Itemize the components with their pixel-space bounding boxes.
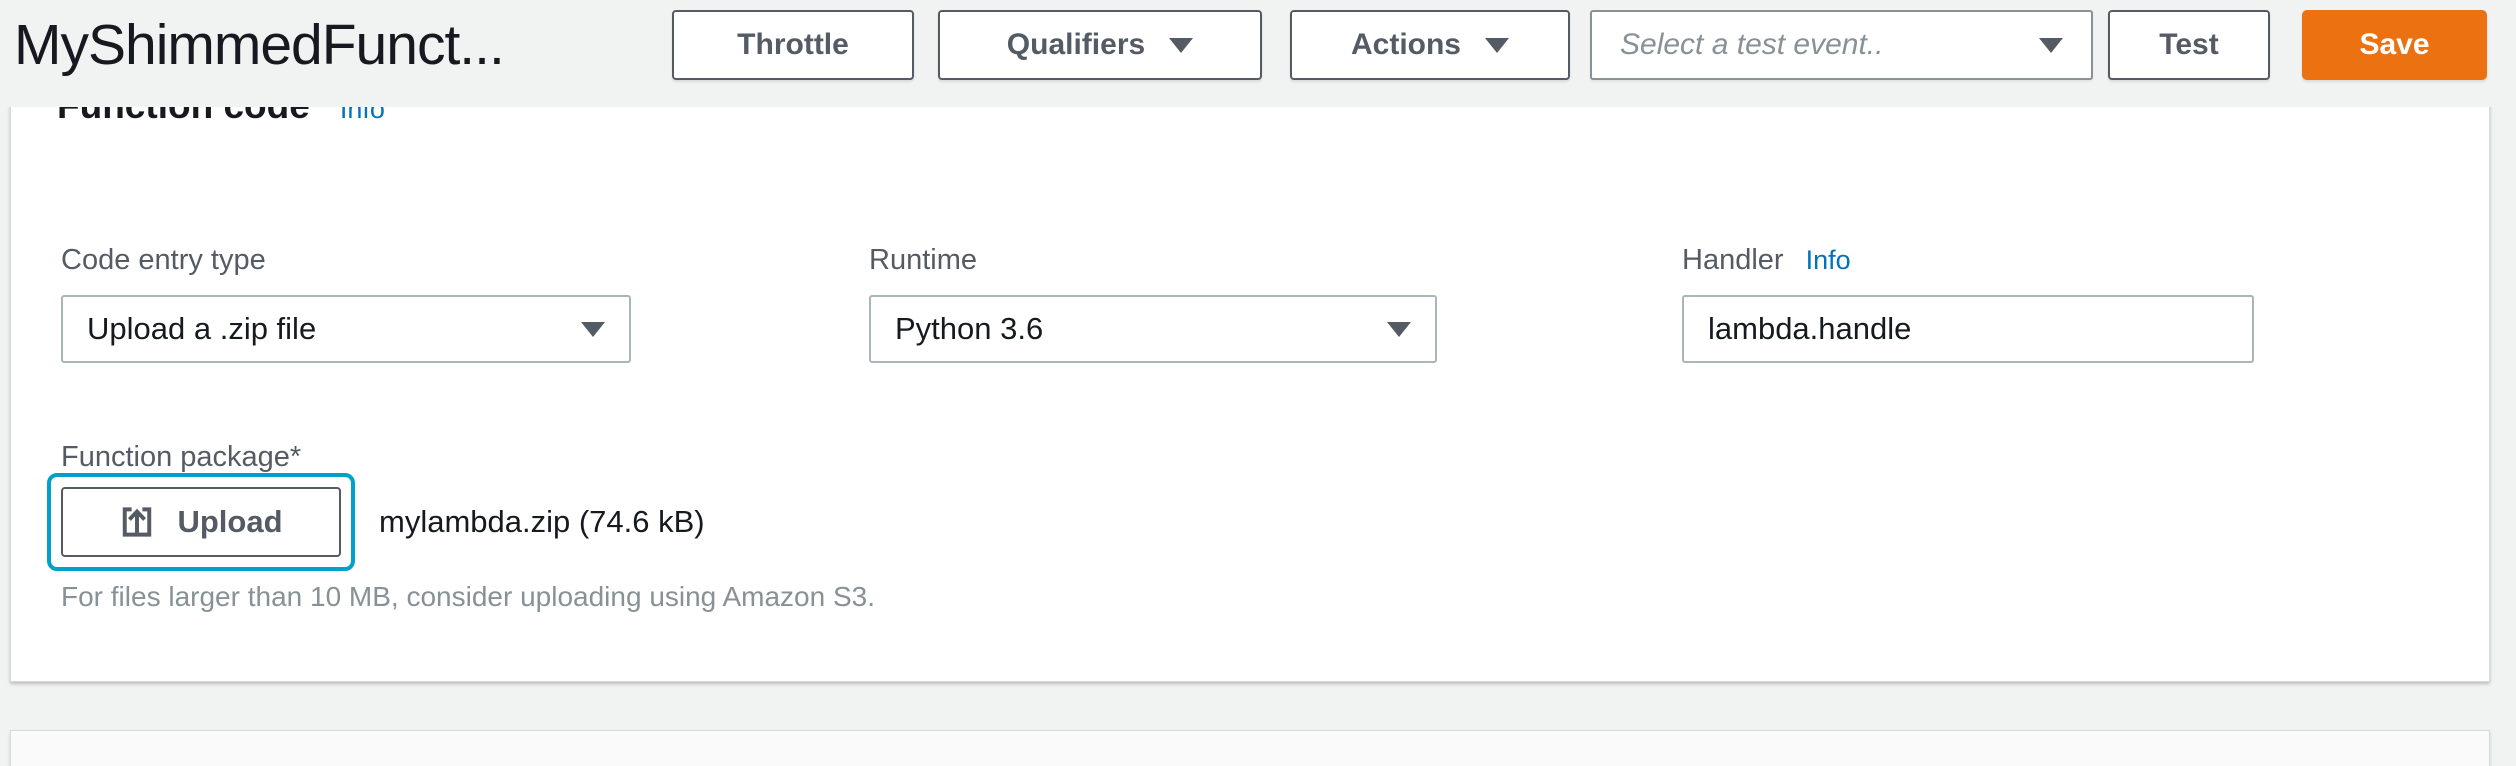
actions-dropdown-button[interactable]: Actions bbox=[1290, 10, 1570, 80]
upload-button-focus-ring: Upload bbox=[47, 473, 355, 571]
upload-helper-text: For files larger than 10 MB, consider up… bbox=[61, 581, 875, 613]
save-button[interactable]: Save bbox=[2302, 10, 2487, 80]
throttle-button[interactable]: Throttle bbox=[672, 10, 914, 80]
test-button[interactable]: Test bbox=[2108, 10, 2270, 80]
qualifiers-button-label: Qualifiers bbox=[1007, 28, 1145, 62]
next-section-panel bbox=[10, 730, 2490, 766]
handler-label-text: Handler bbox=[1682, 244, 1784, 277]
qualifiers-dropdown-button[interactable]: Qualifiers bbox=[938, 10, 1262, 80]
code-entry-type-label: Code entry type bbox=[61, 244, 266, 277]
code-entry-type-label-text: Code entry type bbox=[61, 244, 266, 277]
code-entry-type-select[interactable]: Upload a .zip file bbox=[61, 295, 631, 363]
function-name-title: MyShimmedFunct... bbox=[14, 12, 504, 78]
handler-info-link[interactable]: Info bbox=[1806, 245, 1851, 276]
chevron-down-icon bbox=[1169, 38, 1193, 53]
function-code-panel: Function code Info Code entry type Runti… bbox=[10, 70, 2490, 682]
runtime-select[interactable]: Python 3.6 bbox=[869, 295, 1437, 363]
upload-button-label: Upload bbox=[177, 504, 282, 540]
upload-icon bbox=[119, 504, 155, 540]
handler-label: Handler Info bbox=[1682, 244, 1851, 277]
upload-button[interactable]: Upload bbox=[61, 487, 341, 557]
save-button-label: Save bbox=[2359, 28, 2429, 62]
throttle-button-label: Throttle bbox=[737, 28, 849, 62]
page-header: MyShimmedFunct... Throttle Qualifiers Ac… bbox=[0, 0, 2516, 107]
handler-input[interactable] bbox=[1682, 295, 2254, 363]
actions-button-label: Actions bbox=[1351, 28, 1461, 62]
chevron-down-icon bbox=[1387, 322, 1411, 337]
runtime-value: Python 3.6 bbox=[895, 311, 1387, 347]
runtime-label: Runtime bbox=[869, 244, 977, 277]
test-event-select[interactable]: Select a test event.. bbox=[1590, 10, 2093, 80]
chevron-down-icon bbox=[581, 322, 605, 337]
code-entry-type-value: Upload a .zip file bbox=[87, 311, 581, 347]
uploaded-file-info: mylambda.zip (74.6 kB) bbox=[379, 473, 705, 571]
function-package-label: Function package* bbox=[61, 441, 301, 474]
chevron-down-icon bbox=[1485, 38, 1509, 53]
test-event-placeholder: Select a test event.. bbox=[1620, 28, 2015, 62]
runtime-label-text: Runtime bbox=[869, 244, 977, 277]
test-button-label: Test bbox=[2159, 28, 2218, 62]
chevron-down-icon bbox=[2039, 38, 2063, 53]
